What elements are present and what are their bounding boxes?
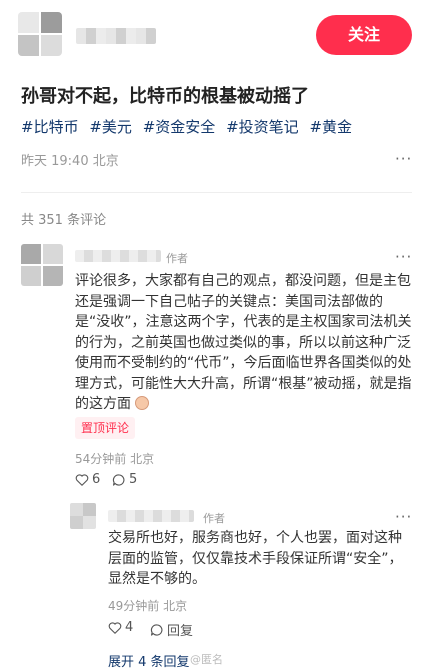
post-time-location: 昨天 19:40 北京 (21, 154, 119, 169)
chat-bubble-icon (112, 473, 125, 486)
comment-body: 评论很多，大家都有自己的观点，都没问题，但是主包还是强调一下自己帖子的关键点：美… (75, 273, 412, 412)
comment-like-count: 6 (92, 472, 101, 487)
tag-list: #比特币 #美元 #资金安全 #投资笔记 #黄金 (21, 116, 358, 137)
comment-more-dots-icon[interactable]: ··· (395, 248, 412, 266)
author-avatar[interactable] (18, 12, 62, 56)
post-header: 关注 (0, 0, 432, 70)
comment-like-button[interactable]: 6 (75, 472, 100, 487)
expand-replies-link[interactable]: 展开 4 条回复 (108, 651, 190, 670)
reply-like-button[interactable]: 4 (108, 620, 133, 635)
reply-reply-label: 回复 (167, 624, 194, 639)
chat-bubble-icon (150, 623, 163, 636)
post-title: 孙哥对不起，比特币的根基被动摇了 (21, 86, 309, 107)
tag-investment-notes[interactable]: #投资笔记 (226, 118, 299, 136)
comment-reply-count: 5 (129, 472, 138, 487)
comment-count: 共 351 条评论 (21, 213, 107, 228)
comment-reply-button[interactable]: 5 (112, 472, 137, 487)
tag-gold[interactable]: #黄金 (309, 118, 352, 136)
watermark: @匿名 (190, 653, 223, 666)
more-dots-icon[interactable]: ··· (395, 150, 412, 168)
reply-more-dots-icon[interactable]: ··· (395, 508, 412, 526)
reply-like-count: 4 (125, 620, 134, 635)
heart-icon (75, 473, 89, 486)
tag-fund-safety[interactable]: #资金安全 (143, 118, 216, 136)
comment-time-location: 54分钟前 北京 (75, 452, 155, 466)
tag-bitcoin[interactable]: #比特币 (21, 118, 79, 136)
reply-author-name-blurred[interactable] (108, 510, 194, 522)
pig-face-emoji-icon (135, 396, 150, 410)
divider (21, 192, 412, 193)
pinned-comment-badge: 置顶评论 (75, 417, 136, 439)
reply-author-badge: 作者 (203, 512, 225, 525)
follow-button[interactable]: 关注 (316, 15, 412, 55)
comment-author-name-blurred[interactable] (75, 250, 161, 262)
author-name-blurred[interactable] (76, 28, 156, 44)
reply-avatar[interactable] (70, 503, 96, 529)
reply-time-location: 49分钟前 北京 (108, 599, 188, 613)
comment-text[interactable]: 评论很多，大家都有自己的观点，都没问题，但是主包还是强调一下自己帖子的关键点：美… (75, 271, 415, 415)
tag-usd[interactable]: #美元 (89, 118, 132, 136)
comment-avatar[interactable] (21, 244, 63, 286)
author-badge: 作者 (166, 252, 188, 265)
reply-reply-button[interactable]: 回复 (150, 620, 193, 639)
heart-icon (108, 621, 122, 634)
reply-text[interactable]: 交易所也好，服务商也好，个人也罢，面对这种层面的监管，仅仅靠技术手段保证所谓“安… (108, 528, 413, 590)
